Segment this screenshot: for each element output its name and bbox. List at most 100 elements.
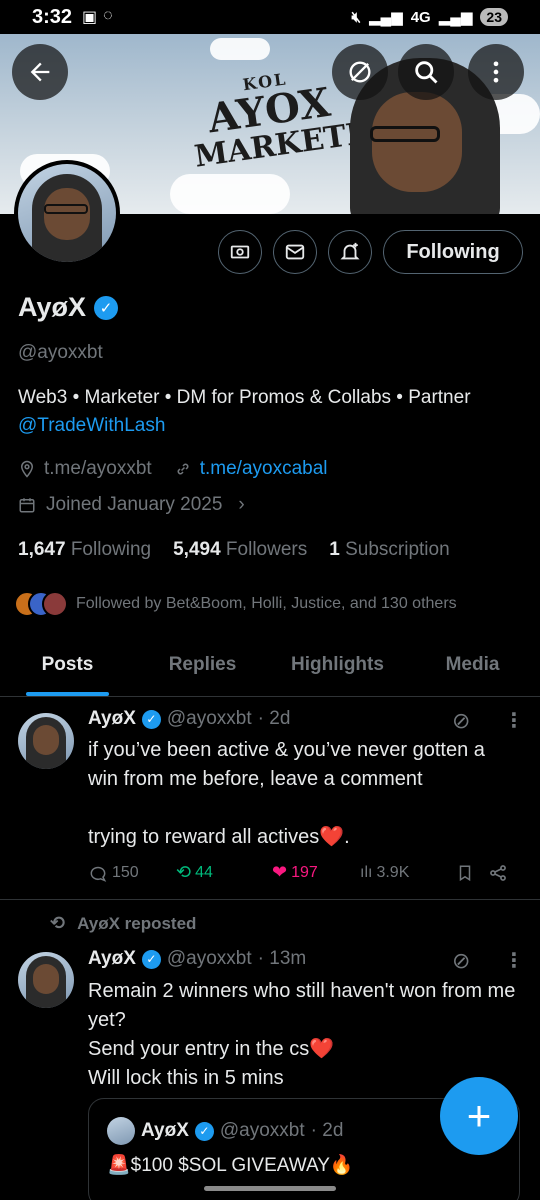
share-icon	[490, 864, 506, 881]
following-button[interactable]: Following	[383, 230, 523, 274]
followers-stat[interactable]: 5,494 Followers	[173, 539, 307, 561]
battery-icon: 23	[480, 8, 508, 26]
joined-row[interactable]: Joined January 2025 ›	[18, 494, 245, 516]
repost-action[interactable]: ⟲ 44	[176, 862, 272, 883]
quoted-post-text: 🚨$100 $SOL GIVEAWAY🔥	[107, 1155, 354, 1176]
tab-media[interactable]: Media	[405, 640, 540, 696]
post-author-handle: @ayoxxbt	[166, 948, 252, 969]
repost-icon: ⟲	[50, 913, 66, 933]
money-icon	[230, 245, 250, 259]
following-label: Following	[70, 539, 152, 560]
grok-icon[interactable]: ⊘	[452, 708, 470, 734]
search-button[interactable]	[398, 44, 454, 100]
post-time: · 2d	[257, 708, 291, 729]
more-vertical-icon	[493, 61, 499, 83]
repost-indicator[interactable]: ⟲ AyøX reposted	[50, 913, 196, 934]
subscription-stat[interactable]: 1 Subscription	[329, 539, 449, 561]
tip-button[interactable]	[218, 230, 262, 274]
cloud-decoration	[170, 174, 290, 214]
more-options-button[interactable]	[468, 44, 524, 100]
website-link[interactable]: t.me/ayoxcabal	[200, 458, 328, 480]
quoted-post-header: AyøX ✓ @ayoxxbt · 2d	[107, 1117, 343, 1145]
bookmark-icon	[459, 865, 471, 881]
post-header: AyøX ✓ @ayoxxbt · 2d	[88, 708, 290, 730]
verified-badge-icon: ✓	[141, 949, 161, 969]
reply-action[interactable]: 150	[88, 863, 176, 883]
joined-date: Joined January 2025	[46, 494, 223, 515]
envelope-icon	[285, 244, 305, 260]
profile-bio: Web3 • Marketer • DM for Promos & Collab…	[18, 384, 528, 440]
share-action[interactable]	[488, 863, 508, 883]
status-notification-icons: ▣ ◌	[82, 7, 113, 27]
profile-stats: 1,647 Following 5,494 Followers 1 Subscr…	[18, 539, 450, 561]
profile-avatar[interactable]	[14, 160, 120, 266]
quoted-author-name: AyøX	[141, 1120, 189, 1141]
heart-filled-icon: ❤	[272, 862, 288, 882]
network-label: 4G	[410, 8, 431, 26]
repost-count: 44	[195, 863, 213, 881]
tab-posts[interactable]: Posts	[0, 640, 135, 696]
post-time: · 13m	[257, 948, 307, 969]
notifications-button[interactable]	[328, 230, 372, 274]
profile-meta-links: t.me/ayoxxbt t.me/ayoxcabal	[18, 458, 328, 480]
tab-highlights[interactable]: Highlights	[270, 640, 405, 696]
search-icon	[415, 61, 438, 84]
mute-icon: 🔇︎	[351, 8, 361, 26]
post-divider	[0, 899, 540, 900]
cloud-decoration	[210, 38, 270, 60]
profile-name: AyøX	[18, 292, 87, 322]
followed-by-row[interactable]: Followed by Bet&Boom, Holli, Justice, an…	[14, 591, 457, 617]
location-text: t.me/ayoxxbt	[44, 458, 152, 479]
quoted-post-time: · 2d	[310, 1120, 344, 1141]
banner-character-glasses	[370, 126, 440, 142]
compose-post-button[interactable]: +	[440, 1077, 518, 1155]
verified-badge-icon[interactable]: ✓	[94, 295, 119, 320]
subscription-label: Subscription	[345, 539, 450, 560]
more-vertical-icon[interactable]: ⋮	[504, 708, 524, 733]
website-item[interactable]: t.me/ayoxcabal	[174, 458, 328, 480]
verified-badge-icon: ✓	[141, 709, 161, 729]
plus-icon: +	[466, 1092, 492, 1139]
tab-replies[interactable]: Replies	[135, 640, 270, 696]
following-stat[interactable]: 1,647 Following	[18, 539, 151, 561]
message-button[interactable]	[273, 230, 317, 274]
location-pin-icon	[20, 460, 34, 478]
status-time: 3:32	[32, 5, 73, 28]
followers-count: 5,494	[173, 539, 221, 560]
view-count: 3.9K	[376, 863, 410, 881]
calendar-icon	[19, 498, 35, 513]
more-vertical-icon[interactable]: ⋮	[504, 948, 524, 973]
quoted-author-handle: @ayoxxbt	[219, 1120, 305, 1141]
banner-character-face	[372, 92, 462, 192]
post-text: if you’ve been active & you’ve never got…	[88, 739, 485, 848]
signal-icon: ▂▄▆	[369, 9, 403, 26]
bookmark-action[interactable]	[456, 863, 488, 883]
avatar-image	[18, 164, 116, 262]
post-avatar[interactable]	[18, 713, 74, 769]
grok-icon[interactable]: ⊘	[452, 948, 470, 974]
reply-count: 150	[112, 863, 139, 881]
back-arrow-icon	[30, 62, 50, 82]
post-author-name: AyøX	[88, 948, 136, 969]
like-count: 197	[291, 863, 318, 881]
like-action[interactable]: ❤ 197	[272, 862, 360, 883]
bio-mention-link[interactable]: @TradeWithLash	[18, 415, 165, 436]
profile-handle: @ayoxxbt	[18, 342, 103, 363]
link-icon	[177, 463, 189, 475]
whatsapp-icon: ◌	[103, 7, 113, 24]
screenshot-icon: ▣	[82, 9, 98, 26]
post-actions: 150 ⟲ 44 ❤ 197 ılı 3.9K	[88, 862, 518, 883]
home-indicator[interactable]	[204, 1186, 336, 1191]
post-header: AyøX ✓ @ayoxxbt · 13m	[88, 948, 306, 970]
grok-button[interactable]	[332, 44, 388, 100]
grok-icon	[349, 61, 371, 83]
back-button[interactable]	[12, 44, 68, 100]
post-avatar[interactable]	[18, 952, 74, 1008]
signal-icon-2: ▂▄▆	[438, 9, 473, 26]
status-bar: 3:32 ▣ ◌ 🔇︎ ▂▄▆ 4G ▂▄▆ 23	[0, 0, 540, 34]
views-action[interactable]: ılı 3.9K	[360, 864, 456, 882]
quoted-post-avatar	[107, 1117, 135, 1145]
chevron-right-icon: ›	[238, 494, 245, 515]
following-count: 1,647	[18, 539, 66, 560]
post-author-name: AyøX	[88, 708, 136, 729]
